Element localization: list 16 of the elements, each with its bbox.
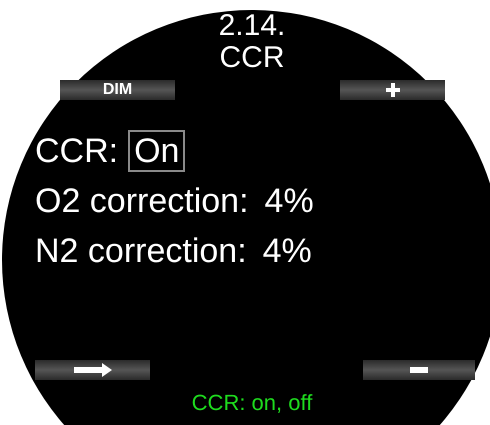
options-hint: CCR: on, off (192, 390, 312, 416)
setting-value[interactable]: On (128, 130, 186, 172)
plus-icon (386, 83, 400, 97)
dim-button[interactable]: DIM (60, 80, 175, 100)
menu-title: CCR (220, 42, 284, 74)
setting-label: CCR: (35, 132, 118, 170)
minus-button[interactable] (363, 360, 475, 380)
setting-value[interactable]: 4% (256, 230, 318, 272)
setting-label: O2 correction: (35, 182, 249, 220)
setting-value[interactable]: 4% (258, 180, 320, 222)
plus-button[interactable] (340, 80, 445, 100)
arrow-icon (74, 363, 112, 377)
menu-number: 2.14. (218, 10, 286, 42)
next-button[interactable] (35, 360, 150, 380)
minus-icon (410, 367, 428, 373)
setting-label: N2 correction: (35, 232, 247, 270)
